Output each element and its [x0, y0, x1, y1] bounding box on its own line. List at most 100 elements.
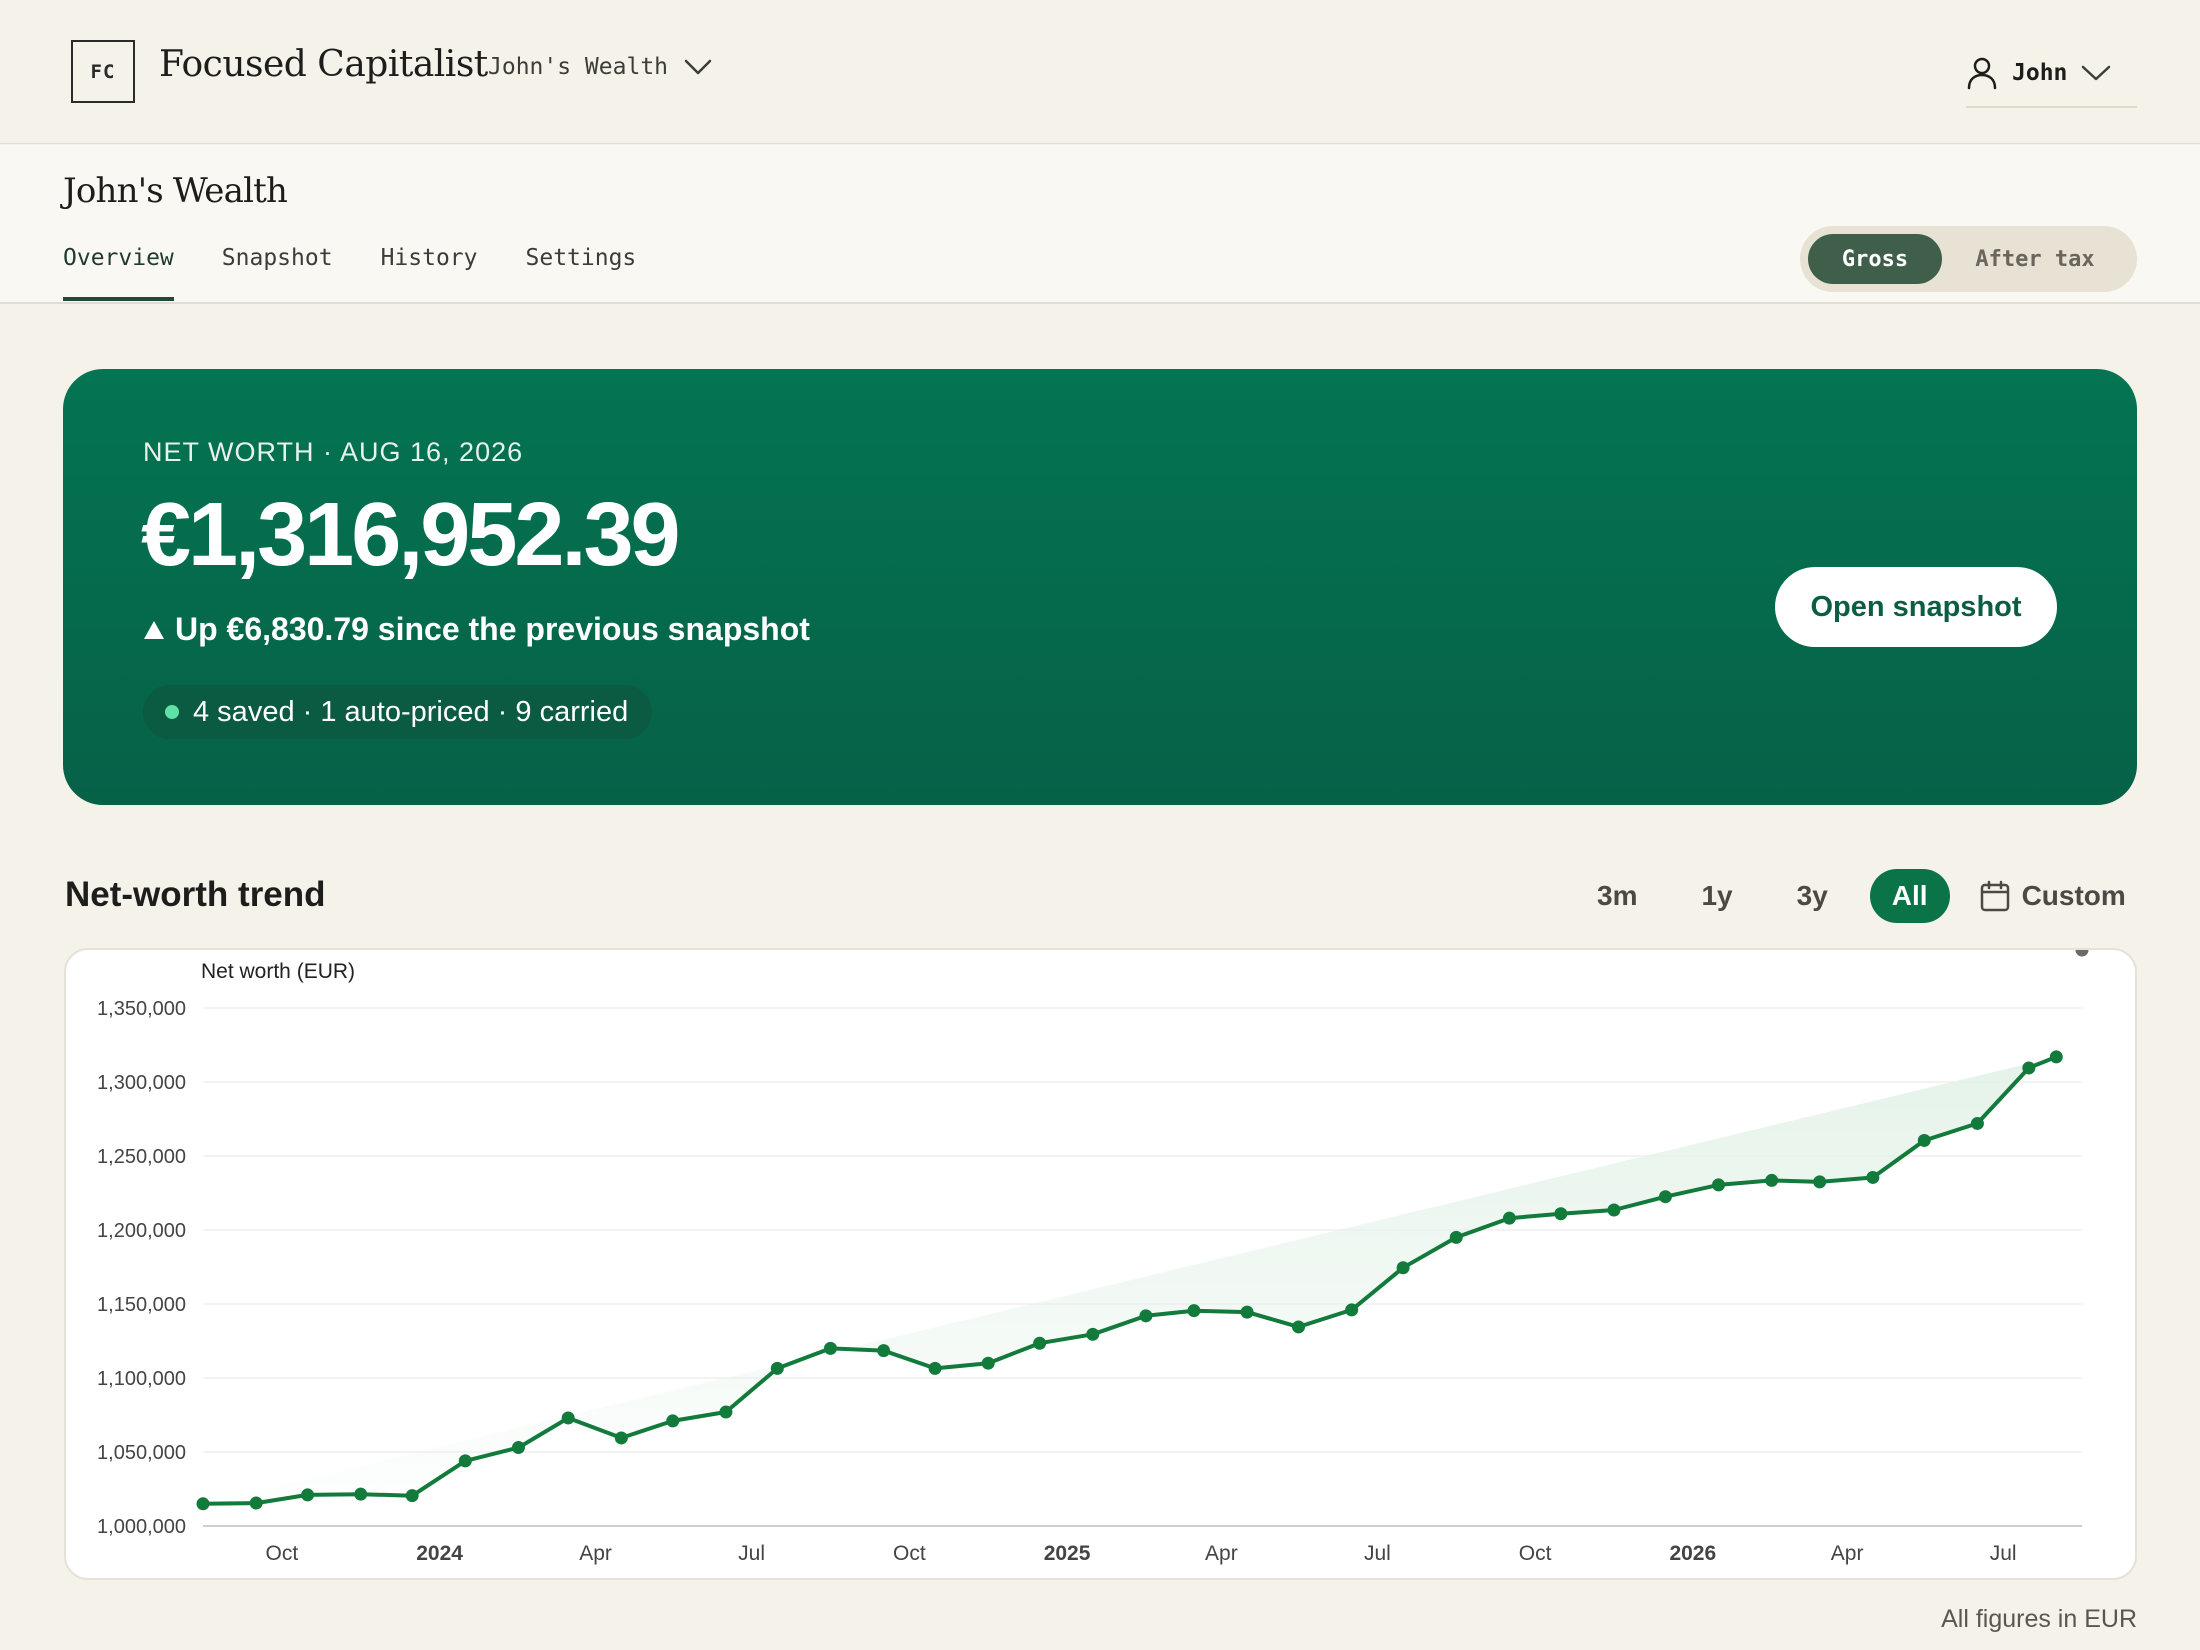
- net-worth-label: NET WORTH · AUG 16, 2026: [143, 437, 524, 467]
- data-point: [1658, 1190, 1672, 1204]
- data-point: [1187, 1304, 1201, 1318]
- x-tick-label: 2026: [1669, 1542, 1716, 1565]
- x-tick-label: Apr: [1831, 1542, 1864, 1565]
- data-point: [1345, 1303, 1359, 1317]
- data-point: [1139, 1309, 1153, 1323]
- x-tick-label: 2024: [416, 1542, 463, 1565]
- net-worth-change: Up €6,830.79 since the previous snapshot: [143, 611, 810, 648]
- toggle-after-tax[interactable]: After tax: [1942, 234, 2128, 284]
- data-point: [1607, 1203, 1621, 1217]
- tab-snapshot[interactable]: Snapshot: [222, 245, 333, 301]
- calendar-icon: [1980, 880, 2009, 912]
- triangle-up-icon: [144, 620, 164, 639]
- x-tick-label: 2025: [1044, 1542, 1091, 1565]
- logo-text: FC: [90, 60, 116, 83]
- data-point: [770, 1361, 784, 1375]
- x-tick-label: Jul: [738, 1542, 765, 1565]
- net-worth-change-text: Up €6,830.79 since the previous snapshot: [175, 611, 810, 647]
- data-point: [2049, 1050, 2063, 1064]
- tab-bar: Overview Snapshot History Settings: [63, 245, 636, 301]
- net-worth-chart-svg: Net worth (EUR) 1,000,000 1,050,000 1,100,0…: [97, 950, 2089, 1565]
- data-point: [928, 1361, 942, 1375]
- x-tick-label: Oct: [893, 1542, 926, 1565]
- data-point: [1765, 1173, 1779, 1187]
- x-tick-label: Jul: [1990, 1542, 2017, 1565]
- range-all-button[interactable]: All: [1869, 869, 1950, 923]
- y-tick-label: 1,300,000: [97, 1072, 186, 1094]
- data-point: [1033, 1336, 1047, 1350]
- y-tick-label: 1,200,000: [97, 1220, 186, 1242]
- net-worth-value: €1,316,952.39: [141, 485, 681, 585]
- open-snapshot-button[interactable]: Open snapshot: [1775, 567, 2057, 647]
- net-worth-card: NET WORTH · AUG 16, 2026 €1,316,952.39 U…: [63, 369, 2137, 805]
- x-tick-label: Jul: [1364, 1542, 1391, 1565]
- tab-overview[interactable]: Overview: [63, 245, 174, 301]
- data-point: [1813, 1175, 1827, 1189]
- page-title: John's Wealth: [63, 171, 288, 211]
- latest-data-point: [2075, 950, 2089, 957]
- y-tick-label: 1,050,000: [97, 1442, 186, 1464]
- chevron-down-icon: [2082, 65, 2111, 81]
- data-point: [1240, 1305, 1254, 1319]
- data-point: [823, 1341, 837, 1355]
- snapshot-status-badge: 4 saved · 1 auto-priced · 9 carried: [143, 685, 653, 739]
- user-menu[interactable]: John: [1966, 48, 2137, 108]
- snapshot-status-text: 4 saved · 1 auto-priced · 9 carried: [193, 695, 629, 728]
- data-point: [511, 1441, 525, 1455]
- data-point: [561, 1411, 575, 1425]
- x-tick-label: Apr: [1205, 1542, 1238, 1565]
- net-worth-chart: Net worth (EUR) 1,000,000 1,050,000 1,100,0…: [64, 948, 2137, 1580]
- currency-footnote: All figures in EUR: [1941, 1605, 2137, 1633]
- user-icon: [1967, 57, 1997, 90]
- data-point: [301, 1488, 315, 1502]
- data-point: [981, 1356, 995, 1370]
- y-tick-label: 1,150,000: [97, 1294, 186, 1316]
- y-axis-label: Net worth (EUR): [201, 960, 355, 983]
- data-point: [2022, 1061, 2036, 1075]
- user-name: John: [2012, 60, 2068, 86]
- data-point: [666, 1414, 680, 1428]
- data-point: [458, 1454, 472, 1468]
- toggle-gross[interactable]: Gross: [1808, 234, 1942, 284]
- chart-area: [203, 1056, 2057, 1504]
- x-tick-label: Apr: [579, 1542, 612, 1565]
- y-tick-label: 1,250,000: [97, 1146, 186, 1168]
- status-dot-icon: [165, 705, 179, 719]
- sub-header: John's Wealth Overview Snapshot History …: [0, 145, 2200, 304]
- data-point: [1086, 1327, 1100, 1341]
- data-point: [405, 1489, 419, 1503]
- range-1y-button[interactable]: 1y: [1679, 869, 1754, 923]
- y-tick-label: 1,100,000: [97, 1368, 186, 1390]
- data-point: [196, 1497, 210, 1511]
- data-point: [614, 1431, 628, 1445]
- logo[interactable]: FC: [71, 40, 135, 103]
- chevron-down-icon: [684, 59, 712, 75]
- data-point: [1449, 1230, 1463, 1244]
- data-point: [719, 1405, 733, 1419]
- data-point: [1502, 1211, 1516, 1225]
- range-selector: 3m 1y 3y All Custom: [1575, 868, 2126, 924]
- data-point: [354, 1487, 368, 1501]
- brand-name[interactable]: Focused Capitalist: [159, 44, 488, 85]
- custom-range-label: Custom: [2021, 880, 2126, 911]
- x-tick-label: Oct: [1519, 1542, 1552, 1565]
- gross-after-tax-toggle: Gross After tax: [1800, 226, 2137, 292]
- data-point: [1866, 1170, 1880, 1184]
- data-point: [1292, 1320, 1306, 1334]
- data-point: [877, 1344, 891, 1358]
- range-3m-button[interactable]: 3m: [1575, 869, 1659, 923]
- custom-range-button[interactable]: Custom: [1980, 880, 2126, 912]
- data-point: [1917, 1133, 1931, 1147]
- x-tick-label: Oct: [266, 1542, 299, 1565]
- data-point: [1396, 1261, 1410, 1275]
- wealth-selector-label: John's Wealth: [488, 54, 669, 80]
- data-point: [1554, 1207, 1568, 1221]
- data-point: [1712, 1178, 1726, 1192]
- data-point: [249, 1496, 263, 1510]
- tab-history[interactable]: History: [381, 245, 478, 301]
- range-3y-button[interactable]: 3y: [1775, 869, 1850, 923]
- y-tick-label: 1,000,000: [97, 1516, 186, 1538]
- top-bar: FC Focused Capitalist John's Wealth John: [0, 0, 2200, 144]
- tab-settings[interactable]: Settings: [526, 245, 637, 301]
- wealth-selector[interactable]: John's Wealth: [488, 54, 712, 80]
